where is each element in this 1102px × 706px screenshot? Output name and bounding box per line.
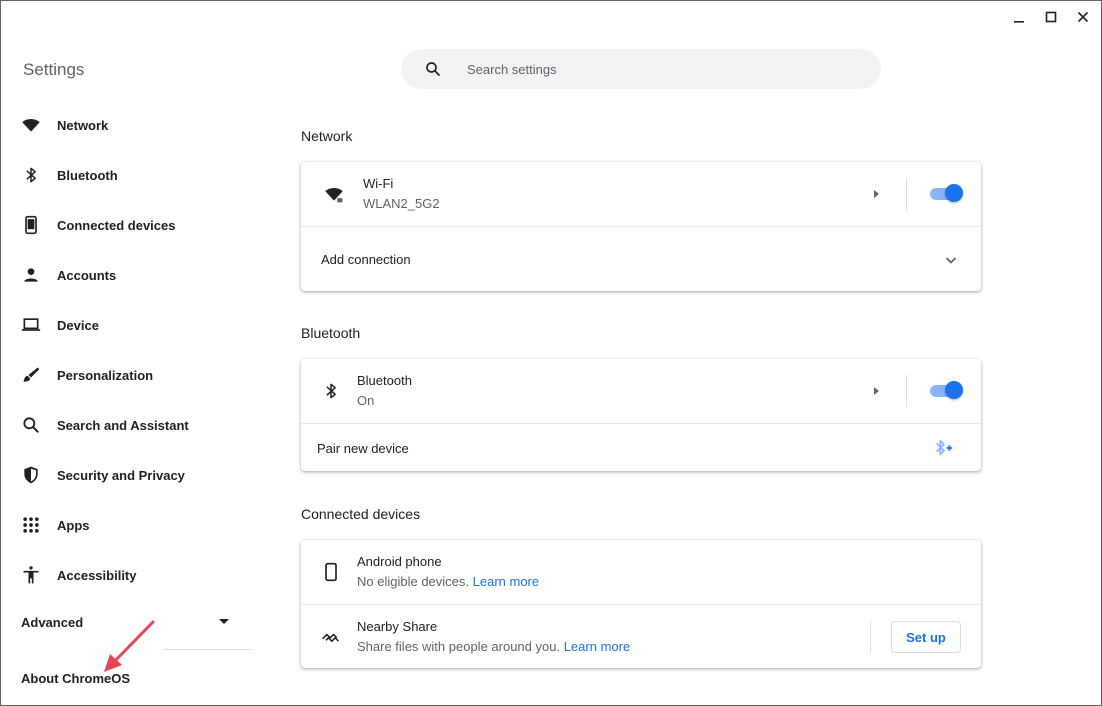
chevron-right-icon[interactable] bbox=[874, 190, 879, 198]
bluetooth-icon bbox=[320, 380, 342, 402]
minimize-icon bbox=[1014, 21, 1024, 23]
vertical-divider bbox=[906, 178, 907, 210]
sidebar-item-accessibility[interactable]: Accessibility bbox=[0, 550, 252, 600]
network-section-title: Network bbox=[301, 128, 353, 144]
sidebar-divider bbox=[163, 649, 251, 650]
chevron-down-icon[interactable] bbox=[944, 253, 958, 267]
sidebar-item-label: Bluetooth bbox=[57, 167, 118, 183]
sidebar-item-label: Accessibility bbox=[57, 567, 137, 583]
sidebar-item-personalization[interactable]: Personalization bbox=[0, 350, 252, 400]
sidebar-item-device[interactable]: Device bbox=[0, 300, 252, 350]
close-icon bbox=[1077, 11, 1089, 23]
android-learn-more-link[interactable]: Learn more bbox=[473, 574, 539, 589]
android-phone-row[interactable]: Android phone No eligible devices. Learn… bbox=[301, 540, 981, 604]
bluetooth-status: On bbox=[357, 393, 375, 408]
laptop-icon bbox=[21, 315, 41, 335]
android-phone-label: Android phone bbox=[357, 554, 442, 569]
bluetooth-card: Bluetooth On Pair new device bbox=[301, 359, 981, 471]
toggle-knob bbox=[945, 184, 963, 202]
nearby-share-label: Nearby Share bbox=[357, 619, 438, 634]
network-card: Wi-Fi WLAN2_5G2 Add connection bbox=[301, 162, 981, 291]
sidebar-item-label: Device bbox=[57, 317, 99, 333]
sidebar: Network Bluetooth Connected devices Acco… bbox=[0, 100, 252, 600]
advanced-label: Advanced bbox=[21, 614, 84, 630]
search-icon bbox=[426, 62, 440, 76]
set-up-button[interactable]: Set up bbox=[891, 621, 961, 653]
wifi-row[interactable]: Wi-Fi WLAN2_5G2 bbox=[301, 162, 981, 226]
minimize-button[interactable] bbox=[1010, 8, 1028, 26]
nearby-learn-more-link[interactable]: Learn more bbox=[564, 639, 630, 654]
vertical-divider bbox=[906, 375, 907, 407]
chevron-right-icon[interactable] bbox=[874, 387, 879, 395]
bluetooth-add-icon[interactable] bbox=[932, 438, 954, 458]
sidebar-item-security-and-privacy[interactable]: Security and Privacy bbox=[0, 450, 252, 500]
sidebar-item-label: Accounts bbox=[57, 267, 117, 283]
toggle-knob bbox=[945, 381, 963, 399]
sidebar-item-accounts[interactable]: Accounts bbox=[0, 250, 252, 300]
sidebar-item-label: Security and Privacy bbox=[57, 467, 185, 483]
sidebar-item-label: Search and Assistant bbox=[57, 417, 189, 433]
android-phone-status: No eligible devices. bbox=[357, 574, 470, 589]
annotation-arrow-icon bbox=[104, 620, 155, 672]
sidebar-item-bluetooth[interactable]: Bluetooth bbox=[0, 150, 252, 200]
sidebar-item-apps[interactable]: Apps bbox=[0, 500, 252, 550]
wifi-icon bbox=[21, 115, 41, 135]
caret-down-icon bbox=[219, 619, 229, 624]
maximize-icon bbox=[1045, 11, 1057, 23]
app-title: Settings bbox=[23, 60, 85, 79]
pair-new-device-label: Pair new device bbox=[317, 441, 409, 456]
wifi-ssid: WLAN2_5G2 bbox=[363, 196, 440, 211]
maximize-button[interactable] bbox=[1042, 8, 1060, 26]
bluetooth-icon bbox=[21, 165, 41, 185]
brush-icon bbox=[21, 365, 41, 385]
bluetooth-row[interactable]: Bluetooth On bbox=[301, 359, 981, 423]
sidebar-item-label: Apps bbox=[57, 517, 90, 533]
add-connection-row[interactable]: Add connection bbox=[301, 226, 981, 291]
pair-new-device-row[interactable]: Pair new device bbox=[301, 423, 981, 471]
sidebar-item-search-and-assistant[interactable]: Search and Assistant bbox=[0, 400, 252, 450]
search-bar[interactable] bbox=[401, 49, 881, 89]
bluetooth-section-title: Bluetooth bbox=[301, 325, 361, 341]
bluetooth-toggle[interactable] bbox=[930, 381, 963, 399]
wifi-icon bbox=[323, 183, 345, 205]
search-input[interactable] bbox=[465, 60, 845, 78]
wifi-toggle[interactable] bbox=[930, 184, 963, 202]
search-icon bbox=[21, 415, 41, 435]
nearby-share-icon bbox=[320, 626, 342, 648]
nearby-share-description: Share files with people around you. bbox=[357, 639, 561, 654]
person-icon bbox=[21, 265, 41, 285]
sidebar-item-network[interactable]: Network bbox=[0, 100, 252, 150]
connected-devices-card: Android phone No eligible devices. Learn… bbox=[301, 540, 981, 668]
shield-icon bbox=[21, 465, 41, 485]
close-button[interactable] bbox=[1074, 8, 1092, 26]
add-connection-label: Add connection bbox=[321, 252, 411, 267]
vertical-divider bbox=[870, 621, 871, 653]
sidebar-item-label: Personalization bbox=[57, 367, 154, 383]
bluetooth-label: Bluetooth bbox=[357, 373, 412, 388]
sidebar-item-label: Network bbox=[57, 117, 109, 133]
connected-devices-section-title: Connected devices bbox=[301, 506, 421, 522]
accessibility-icon bbox=[21, 565, 41, 585]
window-controls bbox=[1010, 8, 1092, 26]
wifi-label: Wi-Fi bbox=[363, 176, 394, 191]
nearby-share-row[interactable]: Nearby Share Share files with people aro… bbox=[301, 604, 981, 668]
phone-icon bbox=[21, 215, 41, 235]
sidebar-item-label: Connected devices bbox=[57, 217, 176, 233]
apps-grid-icon bbox=[21, 515, 41, 535]
sidebar-item-connected-devices[interactable]: Connected devices bbox=[0, 200, 252, 250]
phone-icon bbox=[320, 561, 342, 583]
